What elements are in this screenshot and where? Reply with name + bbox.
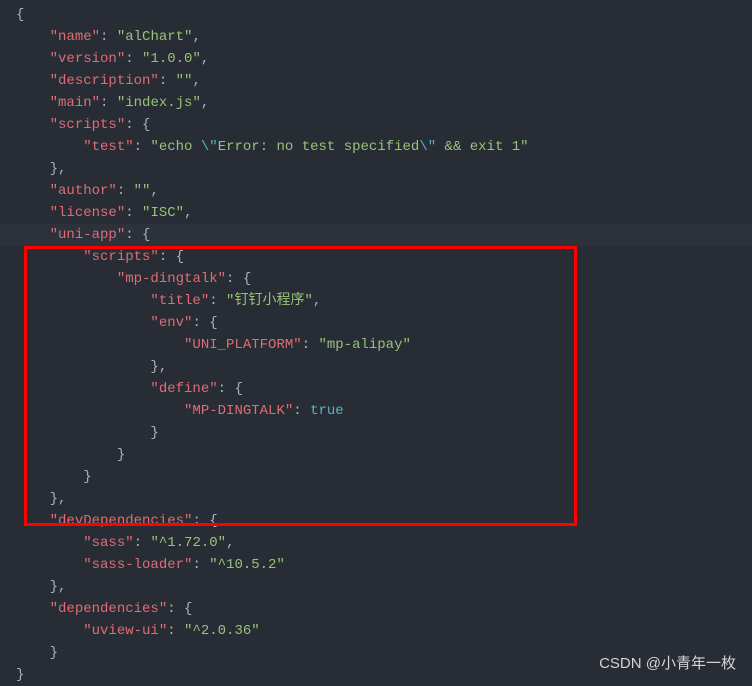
json-key: "name" — [50, 29, 100, 45]
json-value: "alChart" — [117, 29, 193, 45]
json-key: "UNI_PLATFORM" — [184, 337, 302, 353]
code-line: } — [0, 444, 752, 466]
json-bool: true — [310, 403, 344, 419]
code-line: "title": "钉钉小程序", — [0, 290, 752, 312]
json-key: "sass-loader" — [83, 557, 192, 573]
code-line: "MP-DINGTALK": true — [0, 400, 752, 422]
json-value: "钉钉小程序" — [226, 293, 313, 309]
json-key: "license" — [50, 205, 126, 221]
code-line: "test": "echo \"Error: no test specified… — [0, 136, 752, 158]
code-line: "mp-dingtalk": { — [0, 268, 752, 290]
code-line: "license": "ISC", — [0, 202, 752, 224]
code-line: }, — [0, 356, 752, 378]
json-key: "description" — [50, 73, 159, 89]
code-line: "description": "", — [0, 70, 752, 92]
json-value: "^10.5.2" — [209, 557, 285, 573]
code-line: "sass": "^1.72.0", — [0, 532, 752, 554]
json-value: "1.0.0" — [142, 51, 201, 67]
code-line: }, — [0, 158, 752, 180]
code-line: "UNI_PLATFORM": "mp-alipay" — [0, 334, 752, 356]
code-line: "scripts": { — [0, 114, 752, 136]
json-key: "test" — [83, 139, 133, 155]
code-line: } — [0, 466, 752, 488]
json-key: "version" — [50, 51, 126, 67]
code-line: "author": "", — [0, 180, 752, 202]
brace: { — [16, 7, 24, 23]
code-line: }, — [0, 576, 752, 598]
code-line: "sass-loader": "^10.5.2" — [0, 554, 752, 576]
json-key: "define" — [150, 381, 217, 397]
json-key: "main" — [50, 95, 100, 111]
json-key: "author" — [50, 183, 117, 199]
code-line: "env": { — [0, 312, 752, 334]
json-key: "mp-dingtalk" — [117, 271, 226, 287]
json-value: "^2.0.36" — [184, 623, 260, 639]
json-value: "echo \"Error: no test specified\" && ex… — [150, 139, 528, 155]
json-key: "uview-ui" — [83, 623, 167, 639]
json-value: "^1.72.0" — [150, 535, 226, 551]
watermark-text: CSDN @小青年一枚 — [599, 653, 736, 675]
json-key: "dependencies" — [50, 601, 168, 617]
code-line: "devDependencies": { — [0, 510, 752, 532]
json-key: "scripts" — [50, 117, 126, 133]
code-line: } — [0, 422, 752, 444]
json-value: "ISC" — [142, 205, 184, 221]
code-line: "define": { — [0, 378, 752, 400]
json-value: "mp-alipay" — [318, 337, 410, 353]
code-line: "uni-app": { — [0, 224, 752, 246]
json-value: "" — [176, 73, 193, 89]
json-key: "devDependencies" — [50, 513, 193, 529]
code-line: "name": "alChart", — [0, 26, 752, 48]
json-key: "title" — [150, 293, 209, 309]
code-line: "dependencies": { — [0, 598, 752, 620]
json-key: "uni-app" — [50, 227, 126, 243]
json-key: "sass" — [83, 535, 133, 551]
code-line: }, — [0, 488, 752, 510]
code-line: "uview-ui": "^2.0.36" — [0, 620, 752, 642]
code-line: "scripts": { — [0, 246, 752, 268]
json-value: "index.js" — [117, 95, 201, 111]
json-key: "env" — [150, 315, 192, 331]
code-line: { — [0, 4, 752, 26]
code-line: "version": "1.0.0", — [0, 48, 752, 70]
json-key: "MP-DINGTALK" — [184, 403, 293, 419]
code-editor: { "name": "alChart", "version": "1.0.0",… — [0, 4, 752, 686]
json-value: "" — [134, 183, 151, 199]
json-key: "scripts" — [83, 249, 159, 265]
code-line: "main": "index.js", — [0, 92, 752, 114]
